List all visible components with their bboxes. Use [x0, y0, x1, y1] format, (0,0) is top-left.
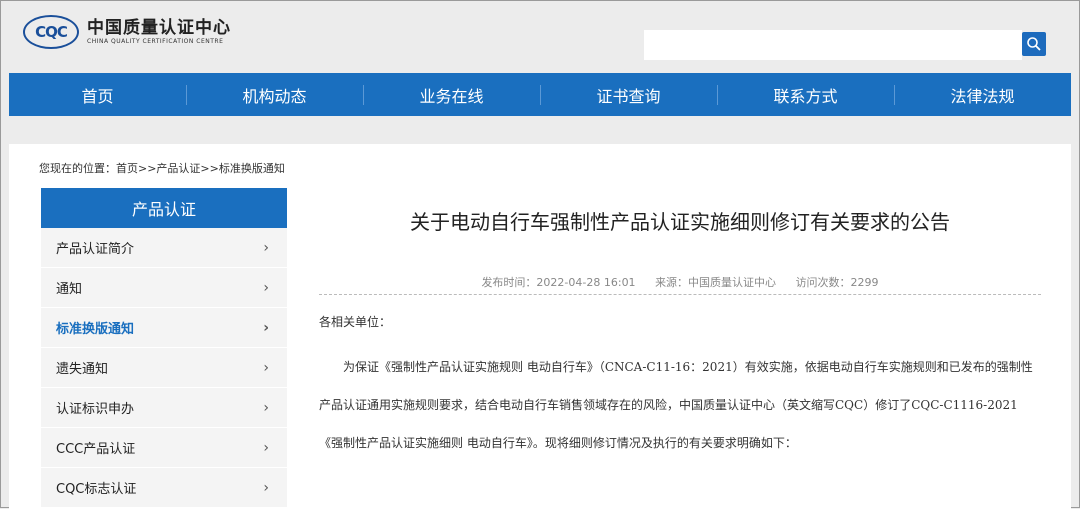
sidebar-item-loss-notice[interactable]: 遗失通知 › [41, 348, 287, 388]
chevron-right-icon: › [263, 479, 269, 496]
article-body: 为保证《强制性产品认证实施规则 电动自行车》（CNCA-C11-16：2021）… [319, 360, 1033, 450]
sidebar-item-standard-update[interactable]: 标准换版通知 › [41, 308, 287, 348]
magnifier-icon [1027, 37, 1041, 51]
article-meta: 发布时间：2022-04-28 16:01 来源：中国质量认证中心 访问次数：2… [319, 274, 1041, 290]
nav-home[interactable]: 首页 [9, 73, 186, 116]
sidebar-item-cqc-mark[interactable]: CQC标志认证 › [41, 468, 287, 508]
logo-cn-name: 中国质量认证中心 [87, 18, 231, 38]
sidebar-item-label: 标准换版通知 [56, 322, 135, 337]
sidebar: 产品认证 产品认证简介 › 通知 › 标准换版通知 › 遗失通知 › 认证标识申… [41, 188, 287, 508]
chevron-right-icon: › [263, 279, 269, 296]
chevron-right-icon: › [263, 439, 269, 456]
sidebar-item-label: 通知 [56, 282, 83, 297]
chevron-right-icon: › [263, 359, 269, 376]
cqc-logo-icon: CQC [23, 15, 79, 49]
sidebar-item-label: CCC产品认证 [56, 442, 136, 457]
logo-en-name: CHINA QUALITY CERTIFICATION CENTRE [87, 38, 224, 45]
sidebar-title: 产品认证 [41, 188, 287, 228]
nav-news[interactable]: 机构动态 [186, 73, 363, 116]
search-input[interactable] [644, 30, 1022, 60]
chevron-right-icon: › [263, 239, 269, 256]
meta-divider [319, 294, 1041, 295]
nav-contact[interactable]: 联系方式 [717, 73, 894, 116]
breadcrumb: 您现在的位置：首页>>产品认证>>标准换版通知 [39, 162, 285, 175]
publish-time: 发布时间：2022-04-28 16:01 [481, 276, 636, 289]
sidebar-item-ccc[interactable]: CCC产品认证 › [41, 428, 287, 468]
article-title: 关于电动自行车强制性产品认证实施细则修订有关要求的公告 [410, 210, 950, 234]
content-panel: 您现在的位置：首页>>产品认证>>标准换版通知 产品认证 产品认证简介 › 通知… [9, 144, 1071, 509]
article-salutation: 各相关单位： [319, 315, 392, 329]
sidebar-item-notice[interactable]: 通知 › [41, 268, 287, 308]
sidebar-item-label: 遗失通知 [56, 362, 109, 377]
chevron-right-icon: › [263, 319, 269, 336]
main-nav: 首页 机构动态 业务在线 证书查询 联系方式 法律法规 [9, 73, 1071, 116]
sidebar-item-label: 产品认证简介 [56, 242, 135, 257]
chevron-right-icon: › [263, 399, 269, 416]
sidebar-item-label: CQC标志认证 [56, 482, 137, 497]
article-source: 来源：中国质量认证中心 [655, 276, 777, 289]
site-logo[interactable]: CQC 中国质量认证中心 CHINA QUALITY CERTIFICATION… [23, 15, 231, 49]
sidebar-item-intro[interactable]: 产品认证简介 › [41, 228, 287, 268]
nav-laws[interactable]: 法律法规 [894, 73, 1071, 116]
nav-business-online[interactable]: 业务在线 [363, 73, 540, 116]
site-header: CQC 中国质量认证中心 CHINA QUALITY CERTIFICATION… [1, 1, 1079, 71]
sidebar-item-label: 认证标识申办 [56, 402, 135, 417]
search-button[interactable] [1022, 32, 1046, 56]
sidebar-item-mark-application[interactable]: 认证标识申办 › [41, 388, 287, 428]
nav-certificate-query[interactable]: 证书查询 [540, 73, 717, 116]
visit-count: 访问次数：2299 [795, 276, 879, 289]
